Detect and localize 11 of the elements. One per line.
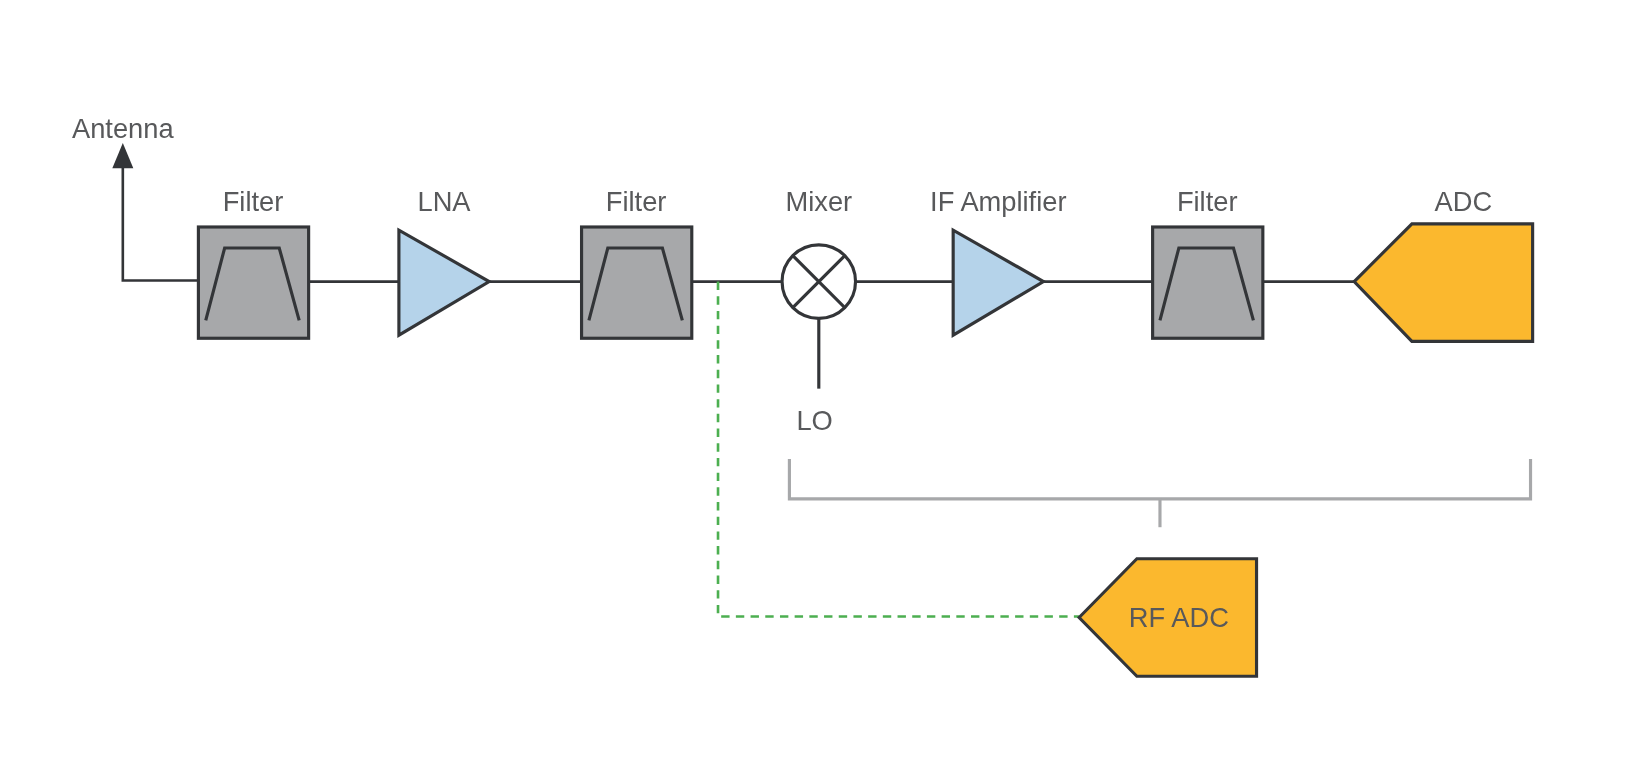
block-label: Mixer: [785, 186, 853, 218]
block-label: LNA: [417, 186, 471, 218]
block-label: ADC: [1434, 186, 1493, 218]
block-label: Filter: [222, 186, 284, 218]
block-label: Filter: [605, 186, 667, 218]
block-label: IF Amplifier: [930, 186, 1067, 218]
block-label: Filter: [1176, 186, 1238, 218]
antenna-label: Antenna: [72, 112, 174, 144]
port-label: LO: [796, 404, 833, 436]
rf-adc-label: RF ADC: [1128, 601, 1229, 633]
lo-line: [817, 318, 821, 389]
